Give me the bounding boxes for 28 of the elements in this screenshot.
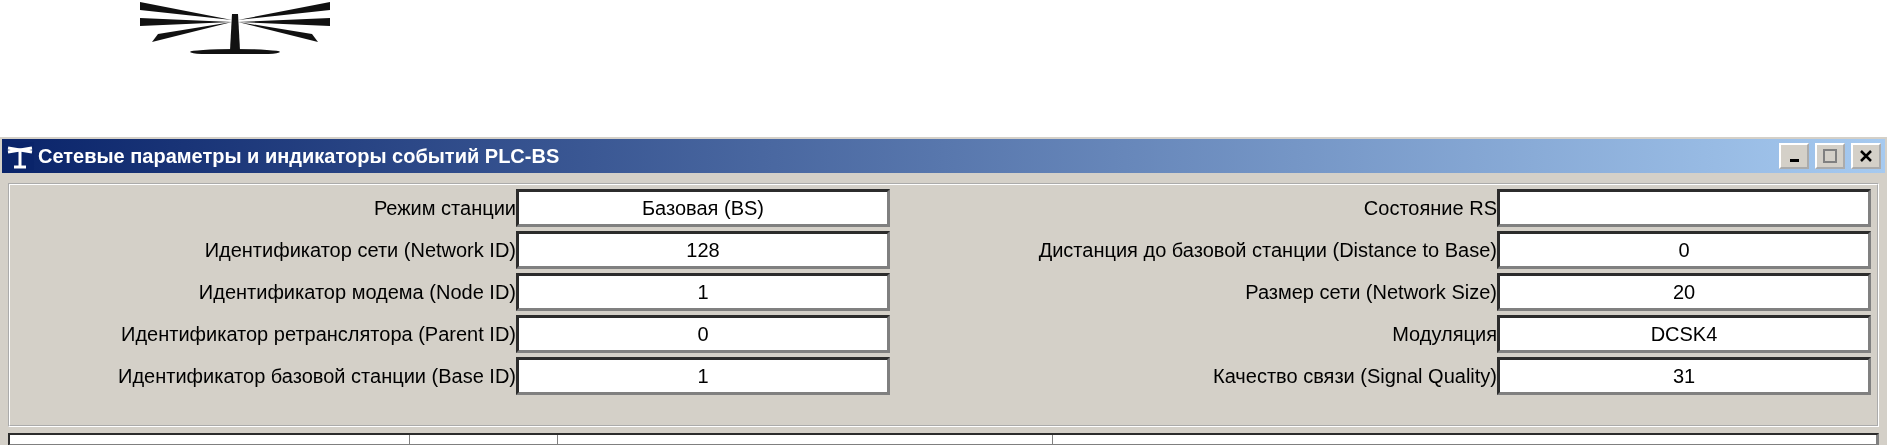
input-field[interactable]: 1 [516,273,890,311]
input-field[interactable]: Базовая (BS) [516,189,890,227]
field-label: Идентификатор базовой станции (Base ID) [117,364,516,388]
field-label: Идентификатор модема (Node ID) [197,280,516,304]
field-label: Идентификатор сети (Network ID) [203,238,516,262]
window-title: Сетевые параметры и индикаторы событий PLC-BS [38,144,561,168]
maximize-icon [1823,149,1837,163]
close-button[interactable] [1851,143,1881,169]
input-field[interactable]: 31 [1497,357,1871,395]
field-label: Дистанция до базовой станции (Distance to Base) [1037,238,1497,262]
minimize-icon [1789,159,1799,162]
input-field[interactable]: 0 [1497,231,1871,269]
field-label: Состояние RS [1362,196,1497,220]
field-label: Модуляция [1391,322,1497,346]
input-field[interactable]: 1 [516,357,890,395]
input-field[interactable] [1497,189,1871,227]
input-field[interactable]: 0 [516,315,890,353]
field-label: Режим станции [372,196,516,220]
input-field[interactable]: 20 [1497,273,1871,311]
input-field[interactable]: DCSK4 [1497,315,1871,353]
field-label: Размер сети (Network Size) [1244,280,1497,304]
field-label: Качество связи (Signal Quality) [1212,364,1497,388]
close-icon [1859,149,1873,163]
minimize-button[interactable] [1779,143,1809,169]
antenna-logo-icon [140,0,330,54]
maximize-button[interactable] [1815,143,1845,169]
input-field[interactable]: 128 [516,231,890,269]
field-label: Идентификатор ретранслятора (Parent ID) [120,322,516,346]
